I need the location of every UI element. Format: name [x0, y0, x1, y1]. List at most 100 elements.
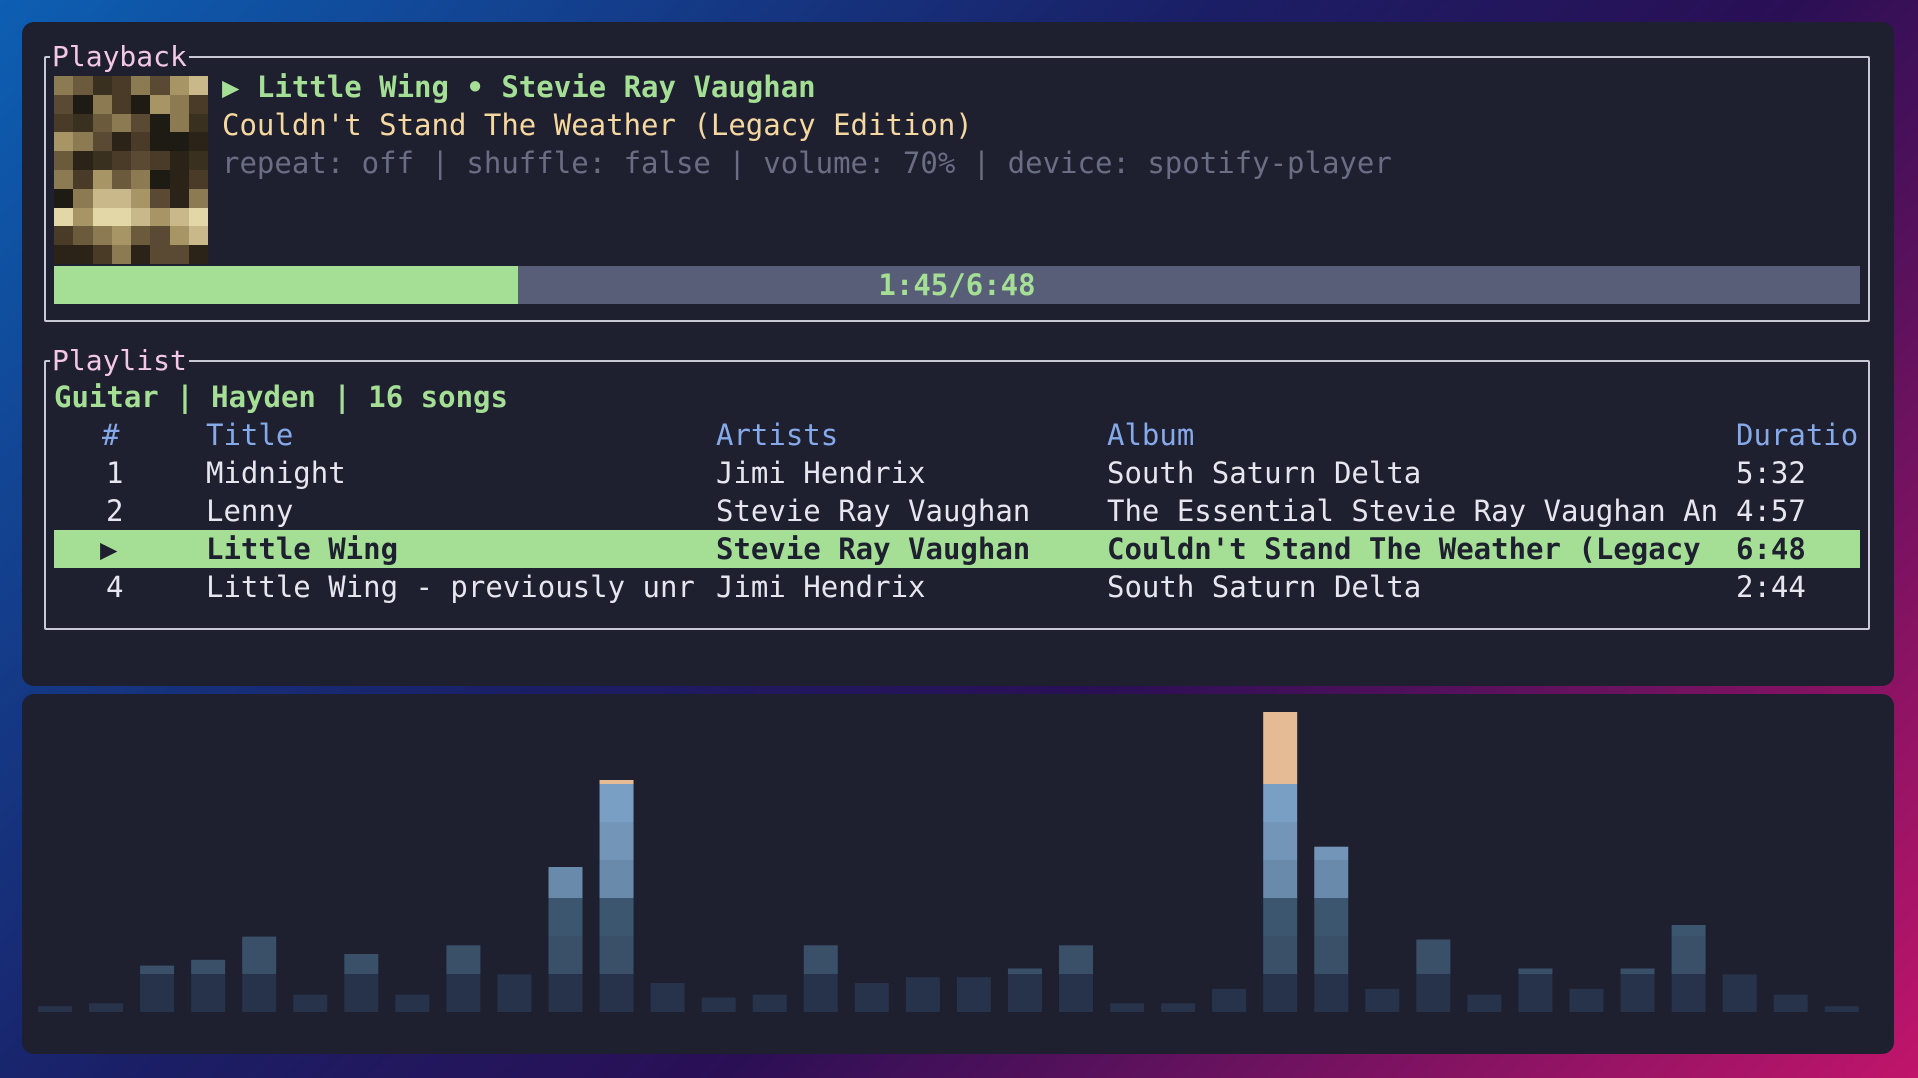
row-artists: Stevie Ray Vaughan: [716, 532, 1031, 566]
visualizer-bar-segment: [140, 974, 175, 1012]
row-number: 4: [106, 570, 124, 604]
visualizer-bar-segment: [1314, 860, 1349, 898]
album-art-pixel: [169, 207, 189, 227]
album-art-pixel: [73, 132, 93, 152]
visualizer-bar: [1263, 712, 1298, 1012]
visualizer-bar: [191, 959, 226, 1012]
column-header-title[interactable]: Title: [206, 416, 293, 454]
column-header-artists[interactable]: Artists: [716, 416, 838, 454]
album-art-pixel: [169, 226, 189, 246]
album-art-pixel: [169, 132, 189, 152]
visualizer-bar: [1773, 994, 1808, 1012]
visualizer-bar: [1007, 968, 1042, 1012]
album-art-pixel: [131, 245, 151, 264]
visualizer-bar-segment: [191, 959, 226, 974]
album-art-pixel: [111, 188, 131, 208]
album-art-pixel: [150, 132, 170, 152]
visualizer-bar: [1110, 1003, 1145, 1012]
visualizer-bar-segment: [344, 974, 379, 1012]
album-art-pixel: [73, 207, 93, 227]
album-art-pixel: [169, 113, 189, 133]
visualizer-bar: [293, 994, 328, 1012]
album-art-pixel: [131, 169, 151, 189]
album-art-pixel: [54, 245, 74, 264]
row-album: South Saturn Delta: [1107, 456, 1422, 490]
playback-status: repeat: off | shuffle: false | volume: 7…: [222, 146, 1392, 180]
album-art-pixel: [92, 76, 112, 95]
album-art-pixel: [188, 94, 208, 114]
visualizer-bar-segment: [1263, 860, 1298, 898]
visualizer-bar-segment: [1824, 1006, 1859, 1012]
row-playing-indicator: ▶: [100, 532, 118, 566]
album-art-pixel: [73, 169, 93, 189]
visualizer-bar-segment: [599, 936, 634, 974]
album-art-pixel: [150, 207, 170, 227]
visualizer-bar: [1161, 1003, 1196, 1012]
row-artists: Jimi Hendrix: [716, 456, 926, 490]
album-art-pixel: [169, 188, 189, 208]
visualizer-bar-segment: [1263, 784, 1298, 822]
visualizer-bar-segment: [1365, 988, 1400, 1012]
album-art-pixel: [73, 94, 93, 114]
visualizer-bar-segment: [956, 977, 991, 1012]
visualizer-bar-segment: [1722, 974, 1757, 1012]
progress-bar[interactable]: 1:45/6:48: [54, 266, 1860, 304]
visualizer-bar-segment: [599, 898, 634, 936]
playlist-panel: Playlist Guitar | Hayden | 16 songs # Ti…: [44, 342, 1870, 630]
column-header-duration[interactable]: Duratio: [1736, 416, 1858, 454]
visualizer-bar: [1518, 968, 1553, 1012]
album-art-pixel: [150, 245, 170, 264]
album-art-pixel: [92, 132, 112, 152]
album-art-pixel: [150, 188, 170, 208]
column-header-album[interactable]: Album: [1107, 416, 1194, 454]
visualizer-bar-segment: [1518, 968, 1553, 974]
row-album: Couldn't Stand The Weather (Legacy: [1107, 532, 1701, 566]
table-row-selected[interactable]: ▶ Little Wing Stevie Ray Vaughan Couldn'…: [54, 530, 1860, 568]
visualizer-bar-segment: [242, 974, 277, 1012]
visualizer-bar-segment: [1263, 712, 1298, 746]
visualizer-bar-segment: [1620, 974, 1655, 1012]
visualizer-bar-segment: [752, 994, 787, 1012]
row-duration: 4:57: [1736, 494, 1806, 528]
visualizer-bar-segment: [344, 954, 379, 974]
album-art-pixel: [188, 226, 208, 246]
visualizer-bar-segment: [1263, 746, 1298, 784]
visualizer-bar: [854, 983, 889, 1012]
row-duration: 6:48: [1736, 532, 1806, 566]
visualizer-bar-segment: [1059, 974, 1093, 1012]
visualizer-bar-segment: [446, 945, 481, 974]
column-header-number[interactable]: #: [102, 416, 119, 454]
visualizer-bar-segment: [191, 974, 226, 1012]
now-playing-track: ▶ Little Wing • Stevie Ray Vaughan: [222, 70, 816, 104]
album-art: [54, 76, 208, 264]
album-art-pixel: [54, 188, 74, 208]
playlist-summary: Guitar | Hayden | 16 songs: [54, 380, 508, 414]
album-art-pixel: [188, 132, 208, 152]
album-art-pixel: [73, 188, 93, 208]
album-art-pixel: [111, 94, 131, 114]
player-window: Playback ▶ Little Wing • Stevie Ray Vaug…: [22, 22, 1894, 686]
album-art-pixel: [188, 245, 208, 264]
visualizer-bar-segment: [1110, 1003, 1145, 1012]
visualizer-bar-segment: [1671, 925, 1706, 936]
album-art-pixel: [111, 226, 131, 246]
visualizer-bar-segment: [38, 1006, 72, 1012]
visualizer-bar: [1824, 1006, 1859, 1012]
album-art-pixel: [92, 207, 112, 227]
visualizer-bar-segment: [242, 936, 277, 974]
album-art-pixel: [150, 76, 170, 95]
visualizer-bar-segment: [1007, 968, 1042, 974]
visualizer-bar-segment: [1773, 994, 1808, 1012]
album-art-pixel: [92, 94, 112, 114]
album-art-pixel: [188, 188, 208, 208]
row-duration: 5:32: [1736, 456, 1806, 490]
visualizer-bar: [752, 994, 787, 1012]
visualizer-window: [22, 694, 1894, 1054]
visualizer-bar-segment: [548, 936, 583, 974]
visualizer-bar: [497, 974, 532, 1012]
visualizer-bar-segment: [1263, 898, 1298, 936]
visualizer-bar-segment: [1467, 994, 1502, 1012]
row-album: South Saturn Delta: [1107, 570, 1422, 604]
album-art-pixel: [54, 94, 74, 114]
album-art-pixel: [92, 169, 112, 189]
